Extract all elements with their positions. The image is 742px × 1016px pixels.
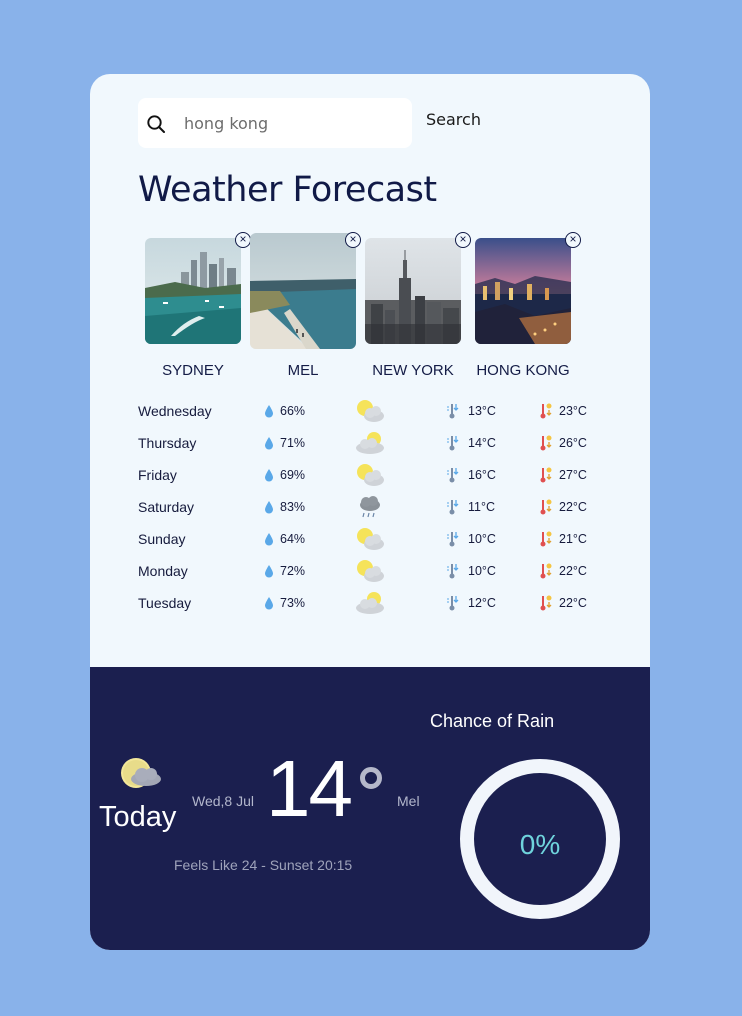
max-temp-icon	[540, 403, 552, 419]
humidity-value: 64%	[280, 532, 306, 546]
sydney-photo	[145, 238, 241, 344]
forecast-day: Sunday	[138, 531, 186, 547]
forecast-day: Thursday	[138, 435, 197, 451]
forecast-day: Monday	[138, 563, 188, 579]
chance-of-rain-title: Chance of Rain	[430, 711, 555, 731]
hong-kong-photo	[475, 238, 571, 344]
mel-photo	[250, 233, 356, 349]
chance-of-rain-value: 0%	[519, 829, 561, 860]
city-name: NEW YORK	[372, 362, 454, 379]
humidity-value: 66%	[280, 404, 306, 418]
min-temp-value: 14°C	[468, 436, 496, 450]
sun-behind-cloud-icon	[357, 464, 384, 486]
min-temp-icon	[447, 532, 459, 547]
current-location: Mel	[397, 793, 420, 809]
max-temp-icon	[540, 531, 552, 547]
search-icon	[147, 115, 165, 133]
chance-of-rain-ring: 0%	[460, 759, 620, 919]
forecast-row: Tuesday 73% 12°C 22°C	[138, 592, 608, 614]
forecast-day: Friday	[138, 467, 177, 483]
max-temp-value: 22°C	[559, 500, 587, 514]
forecast-row: Thursday 71% 14°C 26°C	[138, 432, 608, 454]
max-temp-value: 22°C	[559, 564, 587, 578]
max-temp-icon	[540, 435, 552, 451]
humidity-drop-icon	[265, 565, 273, 578]
min-temp-icon	[447, 500, 459, 515]
humidity-drop-icon	[265, 405, 273, 418]
max-temp-value: 23°C	[559, 404, 587, 418]
min-temp-icon	[447, 468, 459, 483]
remove-sydney-icon[interactable]: ×	[235, 232, 251, 248]
today-label: Today	[99, 801, 177, 833]
degree-symbol	[360, 767, 382, 789]
sun-behind-cloud-icon	[357, 560, 384, 582]
min-temp-value: 10°C	[468, 564, 496, 578]
max-temp-value: 27°C	[559, 468, 587, 482]
forecast-day: Wednesday	[138, 403, 212, 419]
humidity-drop-icon	[265, 469, 273, 482]
min-temp-icon	[447, 436, 459, 451]
min-temp-value: 16°C	[468, 468, 496, 482]
max-temp-value: 26°C	[559, 436, 587, 450]
forecast-row: Friday 69% 16°C 27°C	[138, 464, 608, 486]
humidity-drop-icon	[265, 437, 273, 450]
search-box	[138, 98, 412, 148]
cloud-partly-sunny-icon	[356, 432, 384, 454]
forecast-row: Saturday 83% 11°C 22°C	[138, 496, 608, 518]
rain-cloud-icon	[360, 496, 380, 518]
min-temp-icon	[447, 404, 459, 419]
humidity-drop-icon	[265, 501, 273, 514]
sun-behind-cloud-icon	[121, 758, 161, 788]
max-temp-value: 22°C	[559, 596, 587, 610]
search-button[interactable]: Search	[426, 110, 481, 129]
humidity-value: 73%	[280, 596, 306, 610]
max-temp-icon	[540, 499, 552, 515]
forecast-row: Monday 72% 10°C 22°C	[138, 560, 608, 582]
city-name: MEL	[287, 362, 319, 379]
min-temp-value: 13°C	[468, 404, 496, 418]
forecast-row: Wednesday 66% 13°C 23°C	[138, 400, 608, 422]
min-temp-value: 11°C	[468, 500, 496, 514]
city-name: HONG KONG	[476, 362, 570, 379]
humidity-value: 83%	[280, 500, 306, 514]
search-input[interactable]	[184, 110, 404, 136]
remove-mel-icon[interactable]: ×	[345, 232, 361, 248]
max-temp-icon	[540, 563, 552, 579]
max-temp-icon	[540, 595, 552, 611]
min-temp-value: 10°C	[468, 532, 496, 546]
min-temp-icon	[447, 596, 459, 611]
city-name: SYDNEY	[162, 362, 224, 379]
remove-hong-kong-icon[interactable]: ×	[565, 232, 581, 248]
min-temp-icon	[447, 564, 459, 579]
forecast-day: Saturday	[138, 499, 195, 515]
forecast-row: Sunday 64% 10°C 21°C	[138, 528, 608, 550]
humidity-drop-icon	[265, 533, 273, 546]
current-temperature: 14	[266, 744, 353, 833]
current-date: Wed,8 Jul	[192, 793, 254, 809]
sun-behind-cloud-icon	[357, 400, 384, 422]
humidity-value: 71%	[280, 436, 306, 450]
new-york-photo	[365, 238, 461, 344]
today-panel: Today Wed,8 Jul 14 Mel Feels Like 24 - S…	[90, 667, 650, 950]
max-temp-icon	[540, 467, 552, 483]
remove-new-york-icon[interactable]: ×	[455, 232, 471, 248]
sun-behind-cloud-icon	[357, 528, 384, 550]
page-title: Weather Forecast	[138, 170, 437, 210]
cloud-partly-sunny-icon	[356, 592, 384, 614]
humidity-value: 72%	[280, 564, 306, 578]
max-temp-value: 21°C	[559, 532, 587, 546]
min-temp-value: 12°C	[468, 596, 496, 610]
humidity-value: 69%	[280, 468, 306, 482]
weather-card: Search Weather Forecast × SYDNEY	[90, 74, 650, 950]
feels-like-sunset: Feels Like 24 - Sunset 20:15	[174, 857, 353, 873]
humidity-drop-icon	[265, 597, 273, 610]
forecast-day: Tuesday	[138, 595, 192, 611]
